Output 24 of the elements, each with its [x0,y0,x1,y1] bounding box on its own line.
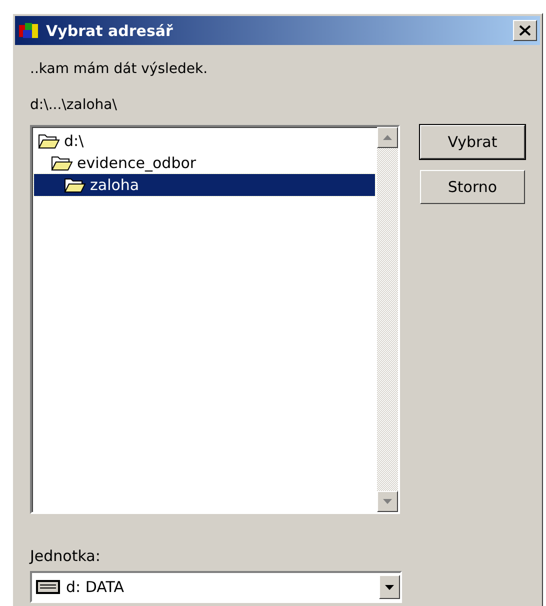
scroll-down-button[interactable] [377,491,398,512]
folder-item[interactable]: zaloha [34,174,375,196]
dropdown-button[interactable] [379,575,400,599]
scroll-up-button[interactable] [377,127,398,148]
prompt-text: ..kam mám dát výsledek. [30,61,209,79]
folder-icon [51,154,73,172]
down-arrow-icon [385,584,394,590]
folder-list[interactable]: d:\ evidence_odbor zaloha [30,125,400,514]
drive-icon [36,579,60,595]
drive-dropdown[interactable]: d: DATA [30,571,402,603]
folder-item[interactable]: d:\ [62,132,86,150]
folder-item[interactable]: evidence_odbor [75,154,198,172]
close-icon [519,25,531,36]
drive-label: Jednotka: [30,547,102,565]
scrollbar[interactable] [377,127,398,512]
up-arrow-icon [383,135,392,140]
dialog-button[interactable]: Storno [420,170,525,204]
close-button[interactable] [513,20,537,41]
down-arrow-icon [383,499,392,504]
dialog-button[interactable]: Vybrat [420,125,525,159]
window-title: Vybrat adresář [46,22,174,40]
folder-icon [64,176,86,194]
folder-icon [38,132,60,150]
path-text: d:\...\zaloha\ [30,97,118,115]
